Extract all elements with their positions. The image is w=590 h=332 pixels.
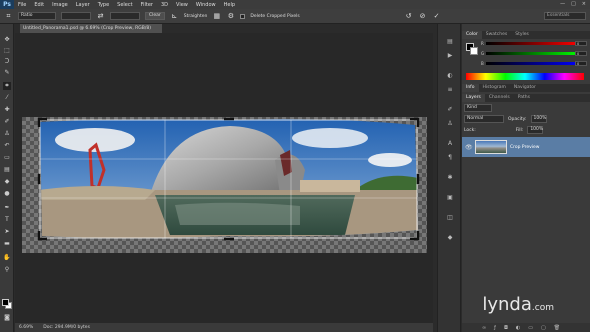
right-panels: Color Swatches Styles R 0 G 0 B 0 Info H… [462, 24, 590, 332]
adjustment-layer-icon[interactable]: ◐ [516, 325, 520, 331]
layer-comps-icon[interactable]: ◫ [445, 214, 455, 222]
history-icon[interactable]: ▤ [445, 38, 455, 46]
fill-input[interactable]: 100% [527, 126, 544, 134]
tab-styles[interactable]: Styles [511, 31, 533, 39]
new-layer-icon[interactable]: ▢ [541, 325, 546, 331]
status-bar: 6.69% Doc: 294.9M/0 bytes [15, 323, 433, 332]
lynda-watermark-suffix: .com [531, 303, 554, 313]
lock-label: Lock: [464, 127, 476, 133]
reflection [175, 202, 300, 225]
cloud [368, 153, 412, 167]
blend-mode-select[interactable]: Normal [464, 115, 504, 123]
layer-row-crop-preview[interactable]: 👁 Crop Preview [462, 137, 590, 157]
foreground-color-swatch[interactable] [2, 299, 9, 306]
tab-paths[interactable]: Paths [514, 94, 534, 102]
panel-dock: ▤ ▶ ◐ ≡ ✐ ♙ A ¶ ✱ ▣ ◫ ◆ [437, 24, 461, 332]
folder-icon[interactable]: ▭ [528, 325, 533, 331]
brush-panel-icon[interactable]: ✐ [445, 106, 455, 114]
tab-swatches[interactable]: Swatches [482, 31, 512, 39]
zoom-level[interactable]: 6.69% [19, 325, 33, 330]
layers-footer: ∞ ƒ ◘ ◐ ▭ ▢ 🗑 [462, 323, 590, 332]
trash-icon[interactable]: 🗑 [554, 325, 560, 331]
tab-channels[interactable]: Channels [485, 94, 514, 102]
3d-icon[interactable]: ◆ [445, 234, 455, 242]
tab-info[interactable]: Info [462, 84, 479, 92]
layer-filter-row: Kind [464, 104, 588, 112]
buildings [300, 180, 360, 192]
g-label: G [481, 51, 485, 56]
layer-thumbnail [475, 140, 507, 154]
b-value[interactable]: 0 [575, 61, 587, 66]
character-icon[interactable]: A [445, 140, 455, 148]
paragraph-icon[interactable]: ¶ [445, 154, 455, 162]
properties-icon[interactable]: ≡ [445, 86, 455, 94]
timeline-icon[interactable]: ▣ [445, 194, 455, 202]
layers-panel-tabs: Layers Channels Paths [462, 94, 590, 102]
actions-icon[interactable]: ▶ [445, 52, 455, 60]
fx-icon[interactable]: ƒ [494, 325, 496, 331]
lock-row: Lock: Fill: 100% [464, 126, 588, 134]
kind-filter-select[interactable]: Kind [464, 104, 492, 112]
color-ramp[interactable] [466, 73, 584, 80]
tab-navigator[interactable]: Navigator [510, 84, 540, 92]
lynda-watermark: lynda.com [482, 294, 554, 315]
g-value[interactable]: 0 [575, 51, 587, 56]
cloud [292, 128, 368, 148]
lynda-watermark-text: lynda [482, 294, 532, 315]
layer-name[interactable]: Crop Preview [510, 145, 539, 150]
glyph-icon[interactable]: ✱ [445, 174, 455, 182]
info-panel-tabs: Info Histogram Navigator [462, 84, 590, 92]
crop-handle-bottom-right[interactable] [410, 231, 420, 241]
fill-label: Fill: [515, 127, 524, 133]
tab-histogram[interactable]: Histogram [479, 84, 510, 92]
r-slider[interactable] [486, 42, 580, 45]
panel-bg-swatch[interactable] [470, 47, 478, 55]
tab-color[interactable]: Color [462, 31, 482, 39]
color-panel-tabs: Color Swatches Styles [462, 31, 590, 39]
b-label: B [481, 61, 484, 66]
opacity-input[interactable]: 100% [530, 115, 547, 123]
cloud [55, 128, 135, 152]
r-value[interactable]: 0 [575, 41, 587, 46]
doc-info[interactable]: Doc: 294.9M/0 bytes [43, 325, 90, 330]
opacity-label: Opacity: [508, 116, 527, 122]
g-slider[interactable] [486, 52, 580, 55]
r-label: R [481, 41, 484, 46]
blend-row: Normal Opacity: 100% [464, 115, 588, 123]
tab-layers[interactable]: Layers [462, 94, 485, 102]
clone-source-icon[interactable]: ♙ [445, 120, 455, 128]
b-slider[interactable] [486, 62, 580, 65]
link-layers-icon[interactable]: ∞ [482, 325, 486, 331]
mask-icon[interactable]: ◘ [504, 325, 508, 331]
adjustments-icon[interactable]: ◐ [445, 72, 455, 80]
visibility-eye-icon[interactable]: 👁 [465, 144, 473, 151]
